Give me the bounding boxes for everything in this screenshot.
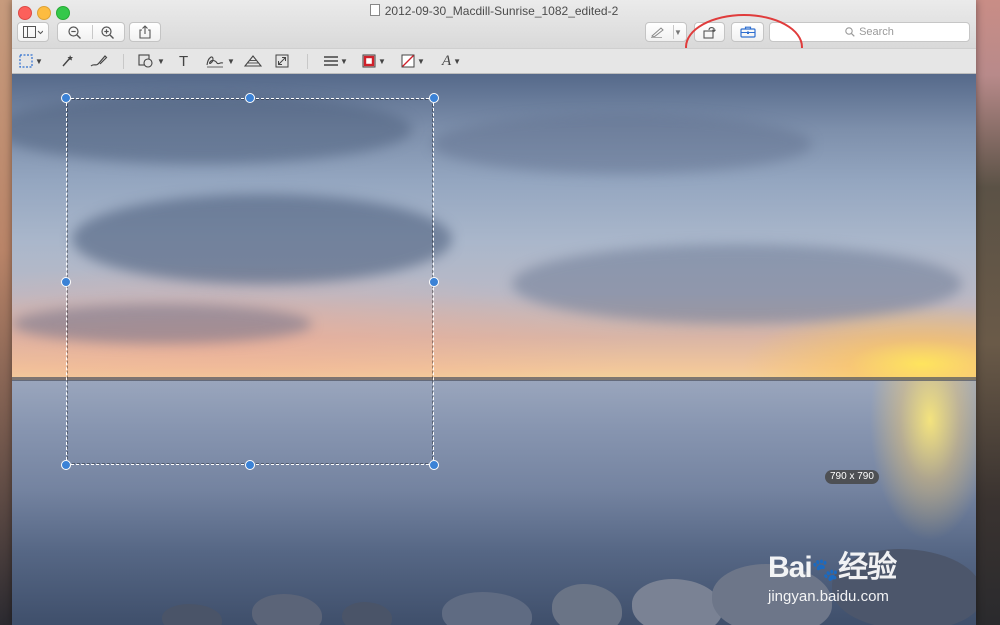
- signature-button[interactable]: ▼: [205, 52, 235, 70]
- segment-divider: [92, 25, 93, 39]
- zoom-out-button[interactable]: [58, 25, 91, 39]
- desktop-wallpaper-left: [0, 0, 12, 625]
- fill-color-icon: [401, 54, 415, 68]
- chevron-down-icon: ▼: [453, 56, 462, 66]
- rectangular-selection[interactable]: [66, 98, 434, 465]
- shape-style-icon: [324, 56, 338, 66]
- chevron-down-icon: ▼: [35, 56, 43, 66]
- chevron-down-icon: ▼: [378, 56, 386, 66]
- sidebar-button[interactable]: [17, 22, 49, 42]
- selection-handle-bottom-left[interactable]: [61, 460, 71, 470]
- zoom-segmented-control: [57, 22, 125, 42]
- search-icon: [845, 27, 855, 37]
- window-title-text: 2012-09-30_Macdill-Sunrise_1082_edited-2: [384, 4, 619, 18]
- instant-alpha-button[interactable]: [59, 52, 75, 70]
- markup-toolbar: ▼ ▼ T ▼ ▼ ▼ ▼ A ▼: [12, 48, 976, 74]
- sketch-icon: [90, 55, 108, 67]
- zoom-out-icon: [68, 25, 81, 39]
- selection-handle-left[interactable]: [61, 277, 71, 287]
- baidu-watermark: Bai🐾经验 jingyan.baidu.com: [768, 542, 897, 605]
- zoom-in-button[interactable]: [91, 25, 124, 39]
- watermark-logo: Bai🐾经验: [768, 542, 897, 586]
- watermark-logo-text: Bai: [768, 551, 813, 584]
- selection-size-badge: 790 x 790: [825, 470, 879, 484]
- selection-handle-top-right[interactable]: [429, 93, 439, 103]
- preview-window: 2012-09-30_Macdill-Sunrise_1082_edited-2: [12, 0, 976, 625]
- signature-icon: [206, 56, 224, 68]
- chevron-down-icon: ▼: [340, 56, 348, 66]
- text-style-icon: A: [442, 52, 452, 69]
- markup-pen-button[interactable]: ▼: [645, 22, 687, 42]
- segment-divider: [673, 25, 674, 39]
- zoom-in-icon: [101, 25, 114, 39]
- window-title: 2012-09-30_Macdill-Sunrise_1082_edited-2: [12, 4, 976, 18]
- adjust-size-button[interactable]: [275, 52, 289, 70]
- selection-handle-top-left[interactable]: [61, 93, 71, 103]
- toolbar-separator: [307, 54, 308, 69]
- text-tool-button[interactable]: T: [179, 52, 188, 70]
- instant-alpha-icon: [62, 55, 73, 67]
- desktop-wallpaper-right: [976, 0, 1000, 625]
- sketch-button[interactable]: [90, 52, 108, 70]
- border-color-icon: [362, 54, 376, 68]
- cloud: [512, 244, 962, 324]
- title-bar: 2012-09-30_Macdill-Sunrise_1082_edited-2: [12, 0, 976, 48]
- adjust-color-icon: [244, 55, 262, 67]
- search-placeholder: Search: [859, 26, 894, 38]
- selection-handle-top[interactable]: [245, 93, 255, 103]
- image-canvas[interactable]: 790 x 790 Bai🐾经验 jingyan.baidu.com: [12, 74, 976, 625]
- adjust-color-button[interactable]: [244, 52, 262, 70]
- selection-tool-button[interactable]: ▼: [19, 52, 43, 70]
- document-icon: [369, 4, 380, 16]
- border-color-button[interactable]: ▼: [362, 52, 386, 70]
- chevron-down-icon: ▼: [157, 56, 165, 66]
- rectangular-selection-icon: [19, 54, 33, 68]
- paw-icon: 🐾: [811, 557, 839, 582]
- fill-color-button[interactable]: ▼: [401, 52, 425, 70]
- toolbar-separator: [123, 54, 124, 69]
- selection-handle-bottom[interactable]: [245, 460, 255, 470]
- pen-icon: [651, 27, 664, 38]
- selection-handle-right[interactable]: [429, 277, 439, 287]
- shape-style-button[interactable]: ▼: [324, 52, 348, 70]
- share-button[interactable]: [129, 22, 161, 42]
- watermark-url: jingyan.baidu.com: [768, 588, 889, 605]
- text-icon: T: [179, 52, 189, 70]
- selection-handle-bottom-right[interactable]: [429, 460, 439, 470]
- share-icon: [139, 25, 151, 39]
- chevron-down-icon: ▼: [674, 27, 682, 37]
- watermark-logo-text-2: 经验: [838, 551, 897, 584]
- shapes-button[interactable]: ▼: [138, 52, 165, 70]
- adjust-size-icon: [275, 54, 289, 68]
- text-style-button[interactable]: A ▼: [442, 52, 461, 70]
- shapes-icon: [138, 54, 153, 68]
- cloud: [432, 114, 812, 174]
- chevron-down-icon: ▼: [227, 56, 235, 66]
- sidebar-icon: [23, 26, 43, 38]
- chevron-down-icon: ▼: [417, 56, 425, 66]
